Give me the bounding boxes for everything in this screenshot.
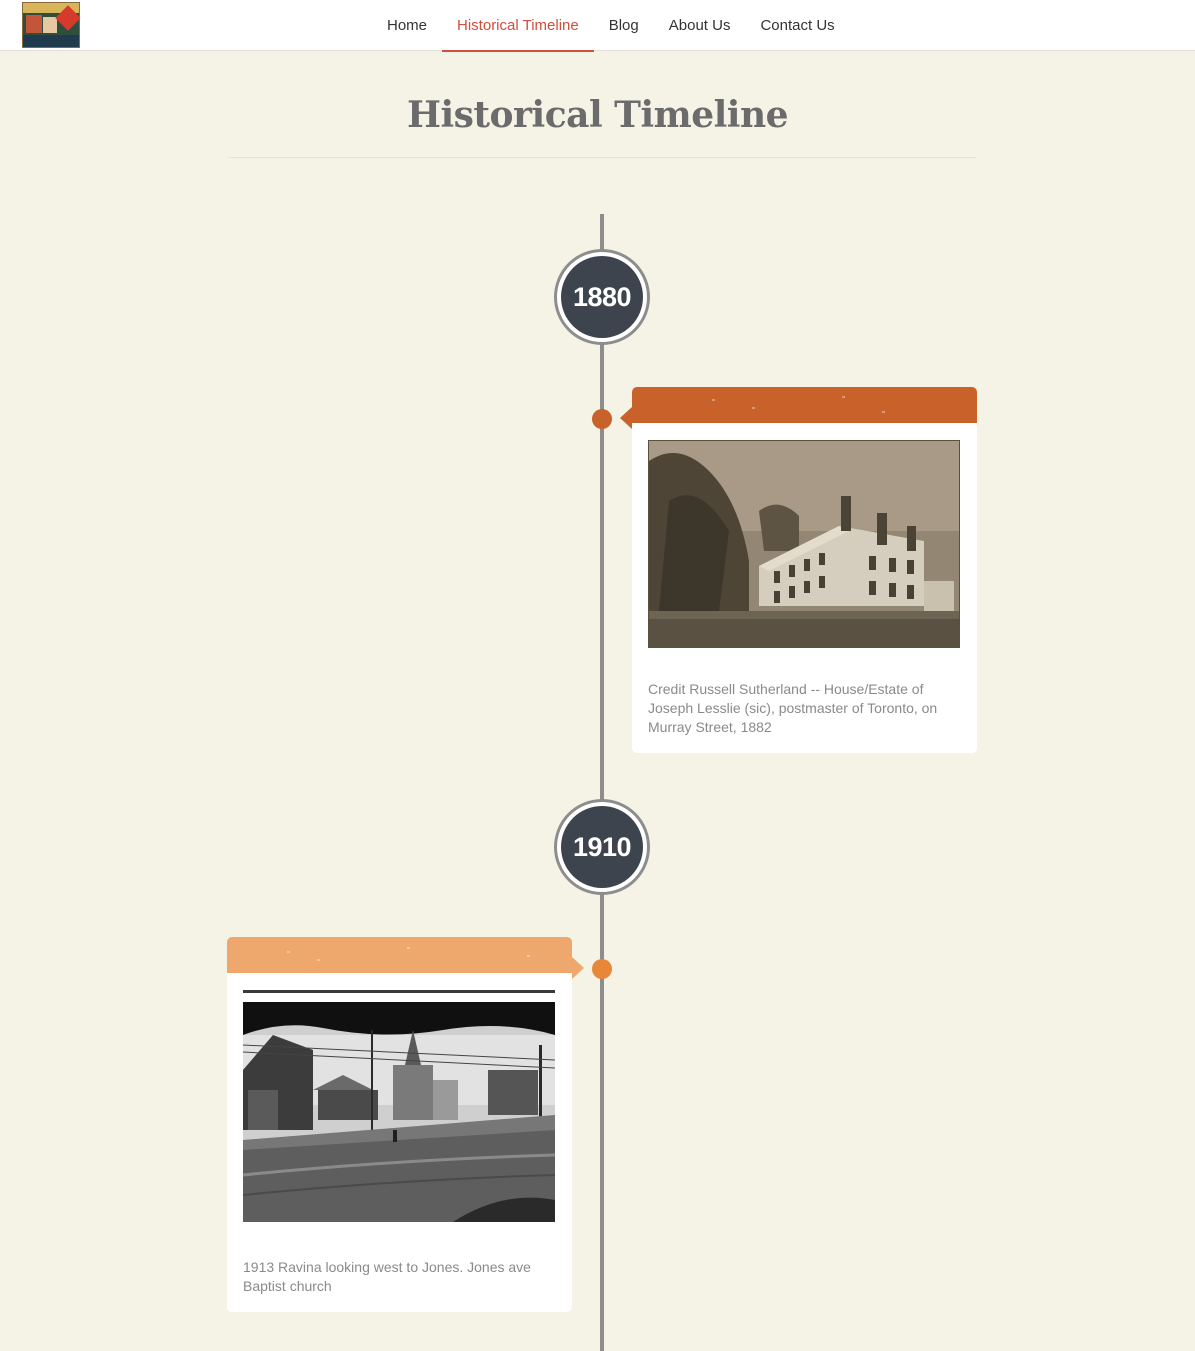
site-logo[interactable] xyxy=(22,2,80,48)
year-label: 1910 xyxy=(561,806,643,888)
street-scene-illustration xyxy=(243,990,555,1226)
texture-speck xyxy=(527,955,530,957)
page-title: Historical Timeline xyxy=(406,94,789,136)
nav-contact-us[interactable]: Contact Us xyxy=(745,0,849,51)
timeline-card-1880: Credit Russell Sutherland -- House/Estat… xyxy=(620,387,977,753)
timeline-card-1910: 1913 Ravina looking west to Jones. Jones… xyxy=(227,937,584,1312)
logo-banner xyxy=(23,35,79,47)
timeline-dot-1910 xyxy=(592,959,612,979)
year-label: 1880 xyxy=(561,256,643,338)
year-badge-1880: 1880 xyxy=(554,249,650,345)
ravina-street-photo[interactable] xyxy=(243,990,555,1226)
card-caption: 1913 Ravina looking west to Jones. Jones… xyxy=(243,1259,531,1294)
card-header xyxy=(632,387,977,423)
texture-speck xyxy=(712,399,715,401)
top-navigation-bar: Home Historical Timeline Blog About Us C… xyxy=(0,0,1195,52)
estate-house-illustration xyxy=(649,441,959,647)
card-pointer xyxy=(572,957,584,979)
logo-house-red xyxy=(26,15,42,33)
texture-speck xyxy=(317,959,320,961)
texture-speck xyxy=(287,951,290,953)
card-pointer xyxy=(620,407,632,429)
texture-speck xyxy=(407,947,410,949)
texture-speck xyxy=(752,407,755,409)
timeline-dot-1880 xyxy=(592,409,612,429)
card-body: Credit Russell Sutherland -- House/Estat… xyxy=(632,423,977,753)
nav-blog[interactable]: Blog xyxy=(594,0,654,51)
card-caption: Credit Russell Sutherland -- House/Estat… xyxy=(648,681,938,735)
nav-historical-timeline[interactable]: Historical Timeline xyxy=(442,0,594,52)
nav-about-us[interactable]: About Us xyxy=(654,0,746,51)
timeline-spine xyxy=(600,214,604,1351)
estate-house-photo[interactable] xyxy=(648,440,960,648)
title-divider xyxy=(228,157,976,158)
card-body: 1913 Ravina looking west to Jones. Jones… xyxy=(227,973,572,1312)
main-nav: Home Historical Timeline Blog About Us C… xyxy=(372,0,850,52)
texture-speck xyxy=(842,396,845,398)
card-header xyxy=(227,937,572,973)
nav-home[interactable]: Home xyxy=(372,0,442,51)
logo-house-cream xyxy=(43,17,57,33)
year-badge-1910: 1910 xyxy=(554,799,650,895)
texture-speck xyxy=(882,411,885,413)
